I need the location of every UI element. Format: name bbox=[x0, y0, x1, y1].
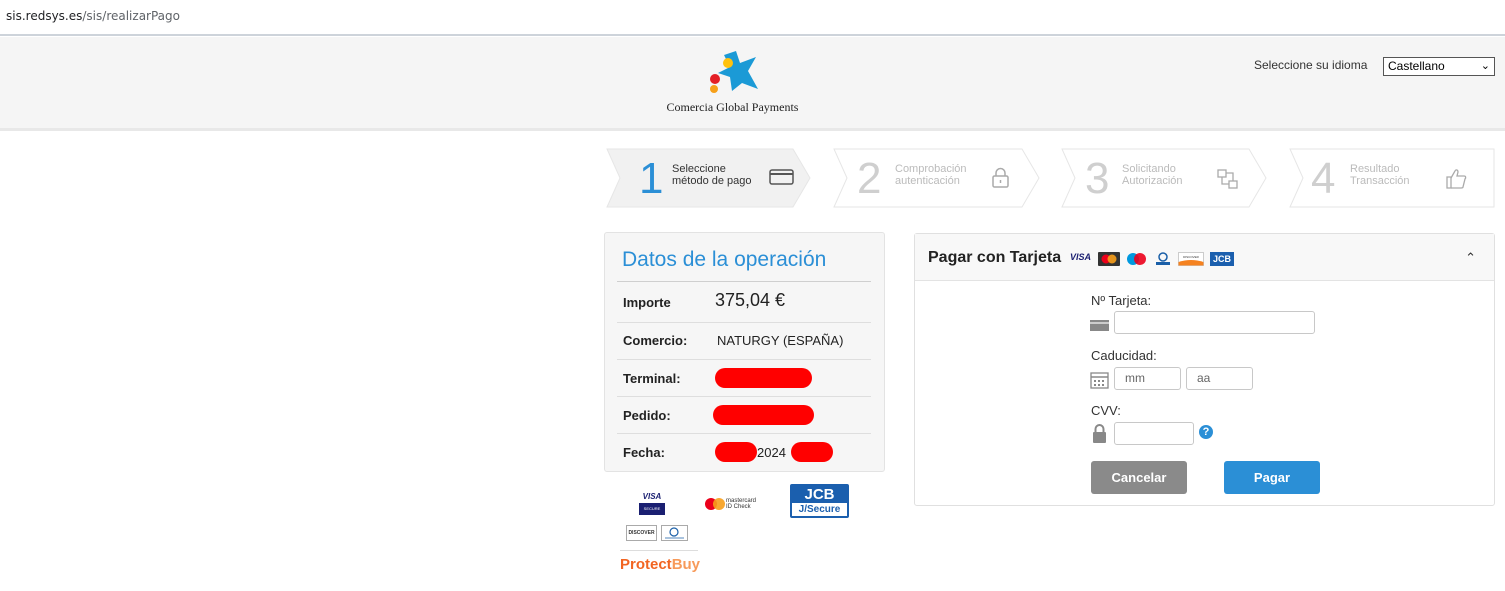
redacted-date-time bbox=[791, 442, 833, 462]
language-select[interactable]: Castellano ⌄ bbox=[1383, 57, 1495, 76]
diners-icon bbox=[1156, 252, 1170, 265]
language-label: Seleccione su idioma bbox=[1254, 58, 1368, 72]
card-number-input[interactable] bbox=[1114, 311, 1315, 334]
chevron-down-icon: ⌄ bbox=[1480, 60, 1490, 72]
order-label: Pedido: bbox=[623, 408, 671, 423]
star-logo-icon bbox=[710, 51, 758, 93]
jcb-secure-logo: JCB J/Secure bbox=[790, 484, 849, 518]
expiry-label: Caducidad: bbox=[1091, 348, 1157, 363]
step-3-number: 3 bbox=[1085, 154, 1110, 203]
visa-icon: VISA bbox=[1070, 252, 1092, 262]
lock-icon bbox=[1093, 424, 1106, 443]
step-3-label: Solicitando Autorización bbox=[1122, 163, 1183, 187]
divider bbox=[617, 433, 871, 434]
card-payment-panel: Pagar con Tarjeta VISA DISCOVER JCB ⌃ Nº… bbox=[914, 233, 1495, 506]
step-2-label: Comprobación autenticación bbox=[895, 163, 967, 187]
step-1: 1 Seleccione método de pago bbox=[606, 148, 811, 208]
amount-label: Importe bbox=[623, 295, 671, 310]
browser-url-bar[interactable]: sis.redsys.es/sis/realizarPago bbox=[0, 0, 1505, 36]
step-3: 3 Solicitando Autorización bbox=[1061, 148, 1267, 208]
card-icon bbox=[1090, 320, 1109, 331]
jcb-icon: JCB bbox=[1210, 252, 1234, 266]
url-text[interactable]: sis.redsys.es/sis/realizarPago bbox=[6, 9, 180, 23]
expiry-year-input[interactable]: aa bbox=[1186, 367, 1253, 390]
step-4-label: Resultado Transacción bbox=[1350, 163, 1410, 187]
caixabank-logo: Comercia Global Payments bbox=[660, 49, 805, 119]
thumbs-up-icon bbox=[1446, 169, 1467, 189]
language-selected-value: Castellano bbox=[1388, 59, 1445, 73]
protectbuy-logo: ProtectBuy bbox=[620, 556, 701, 573]
cvv-input[interactable] bbox=[1114, 422, 1194, 445]
step-1-number: 1 bbox=[639, 154, 664, 203]
card-number-label: Nº Tarjeta: bbox=[1091, 293, 1152, 308]
pay-button[interactable]: Pagar bbox=[1224, 461, 1320, 494]
step-2: 2 Comprobación autenticación bbox=[833, 148, 1040, 208]
mastercard-icon bbox=[1127, 253, 1146, 265]
divider bbox=[617, 396, 871, 397]
cancel-button[interactable]: Cancelar bbox=[1091, 461, 1187, 494]
redacted-terminal bbox=[715, 368, 812, 388]
visa-secure-logo: VISA SECURE bbox=[639, 492, 665, 518]
url-path: /sis/realizarPago bbox=[82, 9, 180, 23]
cvv-help-icon[interactable]: ? bbox=[1199, 425, 1213, 439]
chevron-up-icon[interactable]: ⌃ bbox=[1465, 250, 1476, 266]
redacted-date-part bbox=[715, 442, 757, 462]
operation-details-panel: Datos de la operación Importe 375,04 € C… bbox=[604, 232, 885, 472]
card-panel-title: Pagar con Tarjeta bbox=[928, 249, 1062, 266]
discover-logo: DISCOVER bbox=[626, 525, 657, 541]
network-icon bbox=[1217, 169, 1238, 189]
card-brand-icons: VISA DISCOVER JCB bbox=[1070, 252, 1240, 266]
credit-card-icon bbox=[769, 169, 794, 185]
merchant-label: Comercio: bbox=[623, 333, 688, 348]
divider bbox=[617, 359, 871, 360]
merchant-value: NATURGY (ESPAÑA) bbox=[717, 333, 844, 348]
redacted-order bbox=[713, 405, 814, 425]
date-year: 2024 bbox=[757, 445, 786, 460]
step-4-number: 4 bbox=[1311, 154, 1336, 203]
expiry-month-input[interactable]: mm bbox=[1114, 367, 1181, 390]
cvv-label: CVV: bbox=[1091, 403, 1121, 418]
diners-club-icon bbox=[665, 527, 684, 539]
logo-text: Comercia Global Payments bbox=[666, 100, 799, 114]
page-header: Comercia Global Payments Seleccione su i… bbox=[0, 37, 1505, 131]
step-1-label: Seleccione método de pago bbox=[672, 163, 752, 187]
url-host: sis.redsys.es bbox=[6, 9, 83, 23]
date-label: Fecha: bbox=[623, 445, 665, 460]
mastercard-circles-icon bbox=[705, 498, 725, 510]
step-4: 4 Resultado Transacción bbox=[1289, 148, 1495, 208]
divider bbox=[617, 281, 871, 282]
security-logos: VISA SECURE mastercard ID Check JCB J/Sec… bbox=[615, 482, 855, 582]
amount-value: 375,04 € bbox=[715, 290, 786, 310]
maestro-card-icon bbox=[1098, 252, 1120, 266]
step-2-number: 2 bbox=[857, 154, 882, 203]
card-panel-header[interactable]: Pagar con Tarjeta VISA DISCOVER JCB ⌃ bbox=[915, 234, 1494, 281]
calendar-icon bbox=[1090, 372, 1109, 389]
terminal-label: Terminal: bbox=[623, 371, 681, 386]
mastercard-id-check-logo: mastercard ID Check bbox=[705, 496, 771, 514]
operation-title: Datos de la operación bbox=[622, 248, 827, 271]
lock-icon bbox=[992, 167, 1009, 188]
diners-club-logo bbox=[661, 525, 688, 541]
divider bbox=[617, 322, 871, 323]
divider bbox=[620, 550, 698, 551]
